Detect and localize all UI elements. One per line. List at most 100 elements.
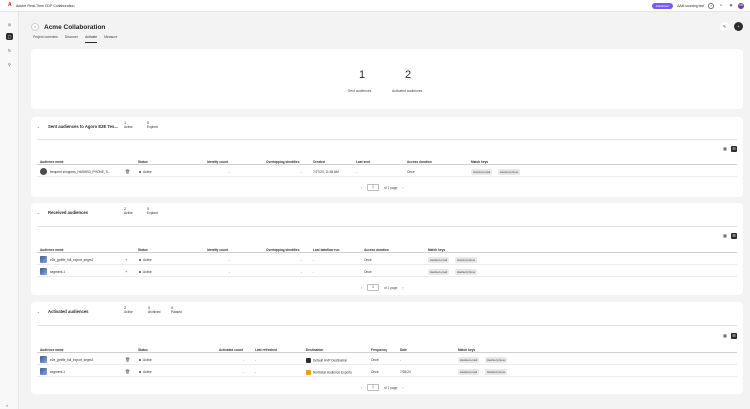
add-button[interactable]: +: [734, 22, 743, 31]
help-icon[interactable]: ?: [708, 3, 714, 9]
view-toggle: ▦ ☰: [722, 146, 737, 152]
next-page-icon[interactable]: ›: [402, 186, 403, 190]
col-identity-count[interactable]: Identity count: [207, 160, 228, 164]
col-status[interactable]: Status: [138, 248, 148, 252]
col-audience-name[interactable]: Audience name: [40, 348, 64, 352]
edit-button[interactable]: ✎: [720, 22, 729, 31]
back-button[interactable]: ‹: [31, 23, 39, 31]
chevron-down-icon[interactable]: ⌄: [37, 125, 40, 129]
page-input[interactable]: 1: [367, 384, 380, 391]
grid-view-icon[interactable]: ▦: [722, 233, 728, 239]
section-header[interactable]: ⌄ Received audiences 2 Active 0 Expired: [37, 203, 737, 223]
col-last-sent[interactable]: Last sent: [356, 160, 370, 164]
date: -: [400, 357, 402, 362]
section-title: Received audiences: [48, 210, 89, 215]
col-audience-name[interactable]: Audience name: [40, 160, 64, 164]
grid-view-icon[interactable]: ▦: [722, 333, 728, 339]
chevron-down-icon[interactable]: ⌄: [37, 310, 40, 314]
col-status[interactable]: Status: [138, 348, 148, 352]
table-row[interactable]: e2e_jpnfile_full_export_segm2 + Active -…: [37, 254, 737, 265]
sent-audiences-label: Sent audiences: [348, 89, 372, 93]
overlapping: -: [301, 257, 303, 262]
prev-page-icon[interactable]: ‹: [361, 186, 362, 190]
match-key-pill: Hashed phone: [455, 268, 478, 275]
next-page-icon[interactable]: ›: [402, 386, 403, 390]
avatar[interactable]: AB: [738, 3, 744, 9]
grid-view-icon[interactable]: ▦: [722, 146, 728, 152]
table-row[interactable]: segment-1 + Active - - - Once Hashed ema…: [37, 266, 737, 277]
status-badge: Active: [139, 270, 152, 274]
page-count: of 1 page: [384, 285, 398, 290]
col-identity-count[interactable]: Identity count: [207, 248, 228, 252]
status-badge: Active: [139, 170, 152, 174]
table-row[interactable]: e2e_jpnfile_full_export_segm2 🗑 Active -…: [37, 354, 737, 365]
prev-page-icon[interactable]: ‹: [361, 386, 362, 390]
bell-icon[interactable]: ♦: [718, 3, 724, 9]
tab-discover[interactable]: Discover: [65, 35, 78, 43]
table-view-icon[interactable]: ☰: [731, 146, 737, 152]
table-view-icon[interactable]: ☰: [731, 233, 737, 239]
page-input[interactable]: 1: [367, 184, 380, 191]
col-activated-count[interactable]: Activated count: [219, 348, 243, 352]
next-page-icon[interactable]: ›: [402, 286, 403, 290]
match-key-pill: Hashed phone: [498, 168, 521, 175]
col-status[interactable]: Status: [138, 160, 148, 164]
expand-rail-icon[interactable]: »: [6, 403, 8, 408]
identity-count: -: [229, 269, 231, 274]
col-created[interactable]: Created: [313, 160, 325, 164]
activated-audiences-card: ⌄ Activated audiences 2 Active 0 Archived …: [31, 302, 743, 394]
add-icon[interactable]: +: [125, 269, 127, 274]
table-row[interactable]: segment-1 🗑 Active - - Northstar Audienc…: [37, 366, 737, 377]
page-input[interactable]: 1: [367, 284, 380, 291]
account-name[interactable]: AAM sourcing test: [677, 4, 704, 8]
col-match-keys[interactable]: Match keys: [428, 248, 445, 252]
table-view-icon[interactable]: ☰: [731, 333, 737, 339]
prev-page-icon[interactable]: ‹: [361, 286, 362, 290]
audience-name[interactable]: e2e_jpnfile_full_export_segm2: [50, 358, 93, 362]
tab-activate[interactable]: Activate: [85, 35, 98, 43]
audience-name[interactable]: segment-1: [50, 270, 65, 274]
audience-name[interactable]: segment-1: [50, 370, 65, 374]
destination[interactable]: Northstar Audience Exports: [306, 369, 352, 375]
col-overlapping[interactable]: Overlapping identities: [266, 248, 299, 252]
search-icon[interactable]: ⚲: [6, 61, 13, 68]
col-match-keys[interactable]: Match keys: [471, 160, 488, 164]
collaboration-icon[interactable]: ▢: [6, 33, 13, 40]
delete-icon[interactable]: 🗑: [125, 369, 130, 374]
tab-measure[interactable]: Measure: [104, 35, 117, 43]
pagination: ‹ 1 of 1 page ›: [361, 184, 403, 191]
col-last-dataflow[interactable]: Last dataflow run: [313, 248, 339, 252]
tab-project-overview[interactable]: Project overview: [33, 35, 58, 43]
col-destination[interactable]: Destination: [306, 348, 323, 352]
stat-paused: 0 Paused: [171, 306, 182, 314]
col-date[interactable]: Date: [400, 348, 407, 352]
add-icon[interactable]: +: [125, 257, 127, 262]
col-frequency[interactable]: Frequency: [371, 348, 387, 352]
col-audience-name[interactable]: Audience name: [40, 248, 64, 252]
audience-thumbnail: [40, 268, 47, 275]
advertiser-badge[interactable]: Advertiser: [651, 3, 674, 9]
col-last-refreshed[interactable]: Last refreshed: [255, 348, 277, 352]
stat-active: 1 Active: [124, 121, 133, 129]
destination[interactable]: Default HVP Destination: [306, 357, 347, 363]
section-header[interactable]: ⌄ Activated audiences 2 Active 0 Archived …: [37, 302, 737, 322]
audience-name[interactable]: e2e_jpnfile_full_export_segm2: [50, 258, 93, 262]
col-access-duration[interactable]: Access duration: [364, 248, 389, 252]
match-key-pill: Hashed email: [428, 256, 450, 263]
delete-icon[interactable]: 🗑: [125, 357, 130, 362]
stat-expired: 0 Expired: [147, 207, 158, 215]
audience-name[interactable]: frequent shoppers_HASHED_PHONE_S...: [50, 170, 110, 174]
stat-expired: 0 Expired: [147, 121, 158, 129]
delete-icon[interactable]: 🗑: [125, 169, 130, 174]
status-badge: Active: [139, 358, 152, 362]
section-header[interactable]: ⌄ Sent audiences to Agoro E2E Tes... 1 Ac…: [37, 117, 737, 137]
apps-grid-icon[interactable]: ▦: [728, 3, 734, 9]
col-match-keys[interactable]: Match keys: [458, 348, 475, 352]
chevron-down-icon[interactable]: ⌄: [37, 211, 40, 215]
col-overlapping[interactable]: Overlapping identities: [266, 160, 299, 164]
col-access-duration[interactable]: Access duration: [407, 160, 432, 164]
stat-archived: 0 Archived: [148, 306, 161, 314]
home-icon[interactable]: ◎: [6, 21, 13, 28]
table-row[interactable]: frequent shoppers_HASHED_PHONE_S... 🗑 Ac…: [37, 166, 737, 177]
connections-icon[interactable]: ↻: [6, 47, 13, 54]
